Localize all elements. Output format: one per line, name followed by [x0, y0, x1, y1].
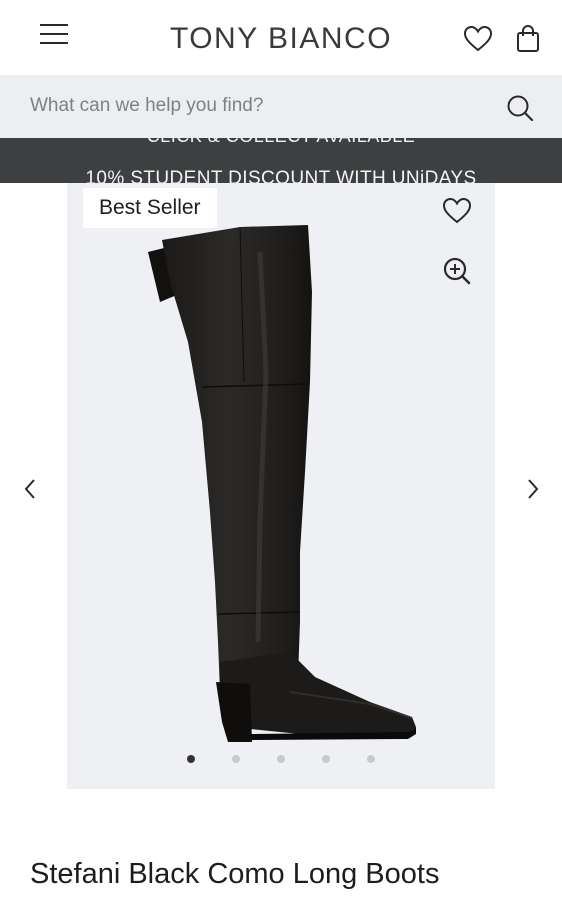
promo-message-current: 10% STUDENT DISCOUNT WITH UNiDAYS — [85, 168, 477, 183]
pagination-dot[interactable] — [277, 755, 285, 763]
pagination-dot[interactable] — [322, 755, 330, 763]
previous-image-chevron-left-icon[interactable] — [21, 476, 41, 502]
pagination-dot[interactable] — [232, 755, 240, 763]
site-header: TONY BIANCO — [0, 0, 562, 75]
pagination-dot[interactable] — [367, 755, 375, 763]
gallery-pagination-dots — [180, 755, 380, 765]
promo-banner[interactable]: CLICK & COLLECT AVAILABLE 10% STUDENT DI… — [0, 138, 562, 183]
search-icon[interactable] — [505, 93, 535, 123]
product-title: Stefani Black Como Long Boots — [30, 858, 440, 890]
product-wishlist-heart-icon[interactable] — [441, 195, 473, 227]
wishlist-heart-icon[interactable] — [463, 24, 493, 54]
search-input[interactable] — [30, 89, 490, 123]
zoom-in-icon[interactable] — [442, 256, 472, 286]
best-seller-badge: Best Seller — [83, 188, 217, 228]
pagination-dot[interactable] — [187, 755, 195, 763]
next-image-chevron-right-icon[interactable] — [522, 476, 542, 502]
product-image[interactable] — [140, 222, 430, 747]
shopping-bag-icon[interactable] — [513, 24, 543, 54]
search-bar — [0, 75, 562, 138]
promo-message-previous: CLICK & COLLECT AVAILABLE — [0, 138, 562, 147]
